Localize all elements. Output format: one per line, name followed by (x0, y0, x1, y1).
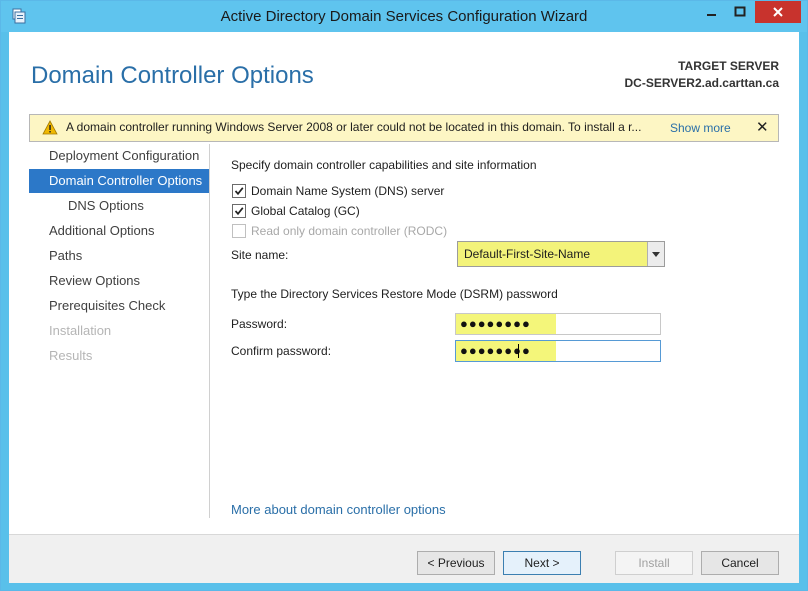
password-field[interactable]: ●●●●●●●● (455, 313, 661, 335)
dns-server-checkbox[interactable] (232, 184, 246, 198)
confirm-password-label: Confirm password: (231, 344, 332, 358)
warning-icon (42, 120, 58, 135)
nav-item-label: Prerequisites Check (49, 298, 166, 313)
capabilities-heading: Specify domain controller capabilities a… (231, 158, 537, 172)
rodc-label: Read only domain controller (RODC) (251, 224, 448, 238)
nav-item-label: DNS Options (68, 198, 144, 213)
checkmark-icon (234, 207, 244, 216)
rodc-checkbox (232, 224, 246, 238)
confirm-password-field[interactable]: ●●●●●●●● (455, 340, 661, 362)
maximize-icon (734, 6, 746, 17)
dsrm-heading: Type the Directory Services Restore Mode… (231, 287, 558, 301)
target-server-name: DC-SERVER2.ad.carttan.ca (624, 76, 780, 90)
dns-server-label[interactable]: Domain Name System (DNS) server (251, 184, 444, 198)
warning-banner: A domain controller running Windows Serv… (29, 114, 779, 142)
nav-item-label: Installation (49, 323, 112, 338)
site-name-label: Site name: (231, 248, 289, 262)
nav-item-dns-options[interactable]: DNS Options (29, 194, 209, 218)
close-icon (773, 7, 783, 17)
target-server-info: TARGET SERVER DC-SERVER2.ad.carttan.ca (625, 58, 780, 92)
nav-item-label: Paths (49, 248, 83, 263)
nav-item-additional-options[interactable]: Additional Options (29, 219, 209, 243)
page-title: Domain Controller Options (31, 62, 314, 89)
text-caret (518, 344, 519, 358)
more-about-dc-options-link[interactable]: More about domain controller options (231, 502, 446, 517)
nav-item-label: Additional Options (49, 223, 155, 238)
dropdown-arrow[interactable] (647, 242, 664, 266)
close-window-button[interactable] (755, 1, 801, 23)
wizard-window: Active Directory Domain Services Configu… (0, 0, 808, 591)
global-catalog-checkbox[interactable] (232, 204, 246, 218)
dismiss-warning-button[interactable]: ✕ (756, 118, 769, 136)
nav-item-installation: Installation (29, 319, 209, 343)
minimize-button[interactable] (699, 1, 725, 23)
install-button: Install (615, 551, 693, 575)
wizard-footer: < Previous Next > Install Cancel (9, 534, 799, 583)
password-value: ●●●●●●●● (460, 316, 531, 331)
confirm-password-value: ●●●●●●●● (460, 343, 531, 358)
nav-item-deployment-configuration[interactable]: Deployment Configuration (29, 144, 209, 168)
previous-button[interactable]: < Previous (417, 551, 495, 575)
nav-item-label: Results (49, 348, 93, 363)
checkmark-icon (234, 187, 244, 196)
next-button[interactable]: Next > (503, 551, 581, 575)
site-name-dropdown[interactable]: Default-First-Site-Name (457, 241, 665, 267)
nav-item-results: Results (29, 344, 209, 368)
nav-item-paths[interactable]: Paths (29, 244, 209, 268)
nav-item-label: Review Options (49, 273, 141, 288)
warning-text: A domain controller running Windows Serv… (66, 120, 642, 134)
nav-item-domain-controller-options[interactable]: Domain Controller Options (29, 169, 209, 193)
wizard-navigation: Deployment Configuration Domain Controll… (29, 144, 210, 518)
window-title: Active Directory Domain Services Configu… (220, 8, 588, 25)
password-label: Password: (231, 317, 288, 331)
nav-item-review-options[interactable]: Review Options (29, 269, 209, 293)
nav-item-label: Deployment Configuration (49, 148, 200, 163)
chevron-down-icon (652, 251, 660, 257)
nav-item-label: Domain Controller Options (49, 173, 203, 188)
site-name-value: Default-First-Site-Name (464, 247, 591, 261)
wizard-client-area: Domain Controller Options TARGET SERVER … (9, 32, 799, 583)
target-server-label: TARGET SERVER (678, 59, 779, 73)
global-catalog-label[interactable]: Global Catalog (GC) (251, 204, 360, 218)
show-more-link[interactable]: Show more (670, 121, 731, 135)
cancel-button[interactable]: Cancel (701, 551, 779, 575)
maximize-button[interactable] (727, 1, 753, 23)
nav-item-prerequisites-check[interactable]: Prerequisites Check (29, 294, 209, 318)
minimize-icon (707, 14, 716, 16)
title-bar[interactable]: Active Directory Domain Services Configu… (1, 1, 807, 32)
options-panel: Specify domain controller capabilities a… (231, 144, 771, 524)
